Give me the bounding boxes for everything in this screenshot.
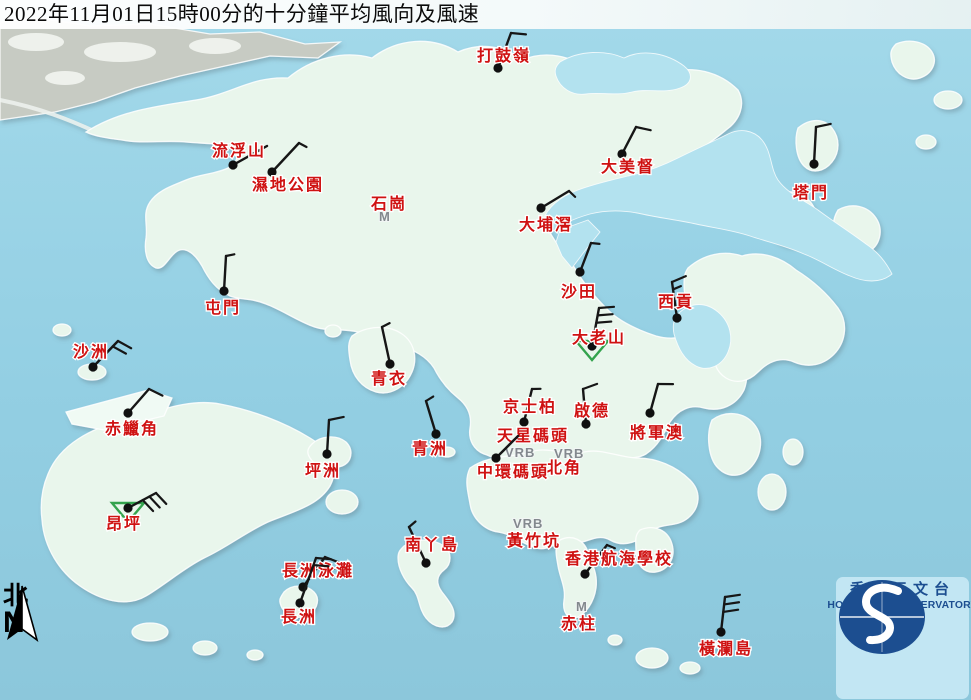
station-label: 打鼓嶺 [477, 46, 531, 65]
station-label: 昂坪 [106, 515, 142, 533]
station-dot [385, 359, 394, 368]
map-title: 2022年11月01日15時00分的十分鐘平均風向及風速 [0, 0, 971, 29]
station-label: 京士柏 [503, 397, 557, 416]
wind-barb [313, 565, 328, 566]
station-label: 濕地公園 [252, 175, 324, 194]
station-label: 長洲泳灘 [282, 561, 354, 580]
station-label: 大埔滘 [519, 215, 573, 234]
station-label: 大老山 [572, 328, 626, 347]
wind-barb [599, 307, 614, 308]
station-label: 赤鱲角 [105, 419, 159, 438]
station-dot [123, 408, 132, 417]
station-label: 長洲 [281, 608, 317, 626]
station-dot [88, 362, 97, 371]
station-label: 南丫島 [405, 535, 459, 554]
station-label: 青洲 [412, 439, 448, 458]
station-label: 塔門 [793, 183, 829, 202]
station-label: 沙洲 [73, 343, 109, 361]
station-dot [672, 313, 681, 322]
station-label: 香港航海學校 [564, 549, 673, 568]
station-label: 西貢 [658, 293, 694, 311]
station-note: VRB [554, 446, 584, 461]
station-dot [575, 267, 584, 276]
wind-barb [596, 322, 611, 323]
station-dot [228, 160, 237, 169]
station-label: 天星碼頭 [497, 427, 569, 445]
station-label: 青衣 [371, 369, 407, 388]
station-label: 坪洲 [305, 462, 341, 480]
station-dot [581, 419, 590, 428]
north-compass: 北 N [3, 584, 47, 638]
station-dot [645, 408, 654, 417]
station-note: M [576, 599, 588, 614]
station-label: 將軍澳 [630, 423, 684, 442]
station-dot [580, 569, 589, 578]
station-label: 黃竹坑 [506, 531, 561, 550]
station-label: 屯門 [205, 298, 241, 317]
station-dot [421, 558, 430, 567]
station-dot [322, 449, 331, 458]
wind-barb [591, 243, 599, 244]
station-dot [219, 286, 228, 295]
hk-wind-map: 打鼓嶺流浮山濕地公園石崗M大美督塔門大埔滘沙田西貢大老山屯門沙洲赤鱲角青衣京士柏… [0, 0, 971, 700]
hko-logo: 香港天文台 HONG KONG OBSERVATORY [836, 577, 969, 699]
station-label: 啟德 [574, 401, 610, 420]
station-note: VRB [513, 516, 543, 531]
station-label: 橫瀾島 [699, 639, 753, 658]
station-note: VRB [505, 445, 535, 460]
station-dot [431, 429, 440, 438]
station-label: 沙田 [561, 283, 597, 301]
wind-map-page: 打鼓嶺流浮山濕地公園石崗M大美督塔門大埔滘沙田西貢大老山屯門沙洲赤鱲角青衣京士柏… [0, 0, 971, 700]
station-dot [716, 627, 725, 636]
station-dot [809, 159, 818, 168]
station-label: 大美督 [601, 157, 655, 176]
station-label: 流浮山 [212, 141, 266, 160]
hko-logo-icon [836, 577, 928, 657]
station-label: 赤柱 [561, 614, 597, 633]
wind-barb [316, 558, 331, 559]
station-dot [123, 503, 132, 512]
station-dot [295, 598, 304, 607]
station-dot [491, 453, 500, 462]
station-dot [267, 167, 276, 176]
station-dot [536, 203, 545, 212]
station-dot [617, 149, 626, 158]
wind-barb [598, 314, 613, 315]
starling-inlet-water [555, 52, 690, 94]
wind-barb [511, 33, 526, 34]
station-note: M [379, 209, 391, 224]
station-dot [519, 417, 528, 426]
north-arrow-icon [3, 584, 41, 642]
station-label: 中環碼頭 [477, 462, 549, 481]
